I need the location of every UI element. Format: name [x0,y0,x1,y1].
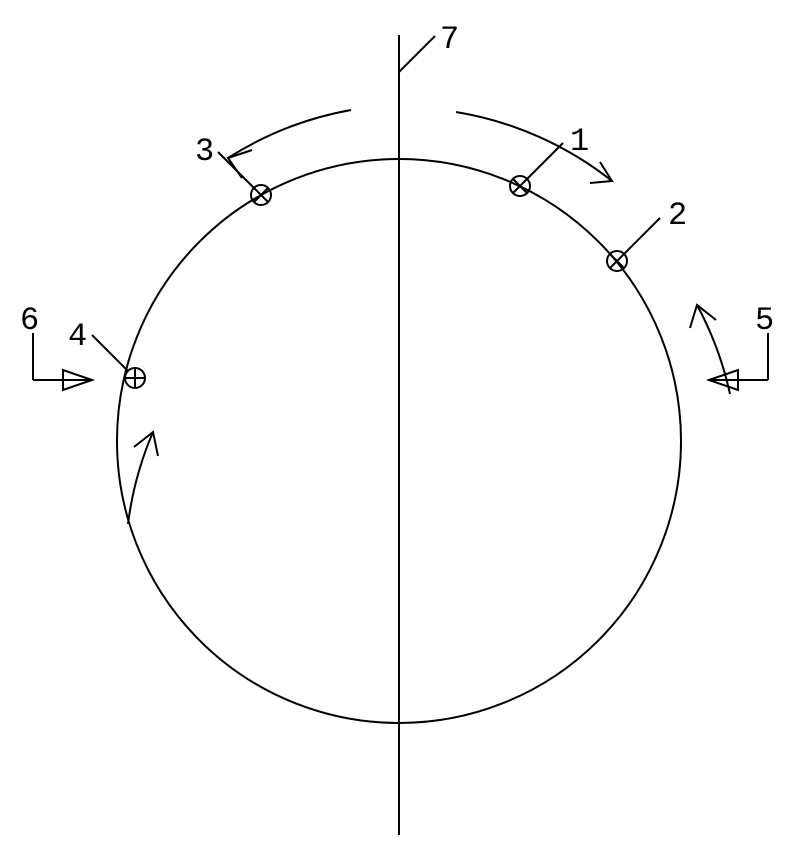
leader-7 [399,36,435,72]
arrow-left-up [128,432,158,524]
label-4: 4 [68,318,88,355]
leader-1 [527,143,563,179]
label-3: 3 [195,133,215,170]
diagram-svg: 1 2 3 4 5 6 7 [0,0,800,859]
leader-2 [624,218,660,254]
label-6: 6 [20,302,40,339]
label-7: 7 [440,21,460,58]
label-2: 2 [668,197,688,234]
label-1: 1 [570,123,590,160]
leader-4 [92,335,128,371]
label-5: 5 [755,302,775,339]
datum-arrow-5 [709,333,768,390]
